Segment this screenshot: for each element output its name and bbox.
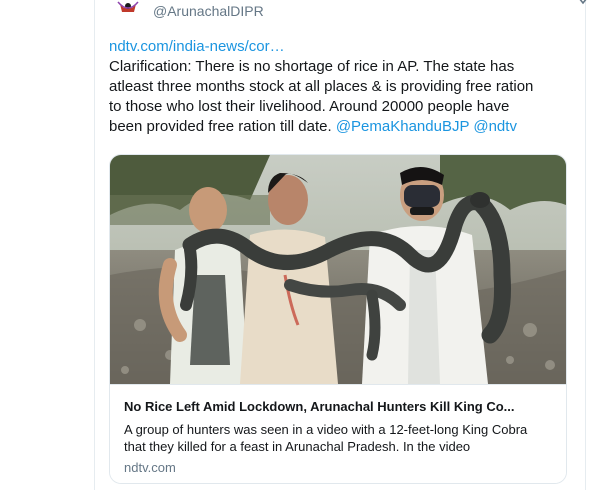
tweet-text-line: been provided free ration till date. @Pe… (109, 117, 579, 137)
card-title[interactable]: No Rice Left Amid Lockdown, Arunachal Hu… (124, 399, 552, 415)
card-image (110, 155, 566, 384)
card-body: No Rice Left Amid Lockdown, Arunachal Hu… (110, 384, 566, 483)
tweet-text: ndtv.com/india-news/cor… Clarification: … (109, 37, 579, 137)
mention-link[interactable]: @ndtv (473, 118, 517, 135)
chevron-down-icon[interactable] (578, 0, 588, 5)
author-handle[interactable]: @ArunachalDIPR (153, 3, 264, 19)
link-preview-card[interactable]: No Rice Left Amid Lockdown, Arunachal Hu… (109, 154, 567, 484)
tweet-text-line: Clarification: There is no shortage of r… (109, 58, 515, 75)
mention-link[interactable]: @PemaKhanduBJP (336, 118, 469, 135)
tweet-text-line: atleast three months stock at all places… (109, 78, 534, 95)
tweet-text-line: to those who lost their livelihood. Arou… (109, 98, 510, 115)
tweet-frame: @ArunachalDIPR ndtv.com/india-news/cor… … (0, 0, 609, 490)
article-link[interactable]: ndtv.com/india-news/cor… (109, 38, 285, 55)
card-domain: ndtv.com (124, 460, 176, 475)
card-description: A group of hunters was seen in a video w… (124, 422, 528, 454)
tweet-text-segment: been provided free ration till date. (109, 118, 336, 135)
